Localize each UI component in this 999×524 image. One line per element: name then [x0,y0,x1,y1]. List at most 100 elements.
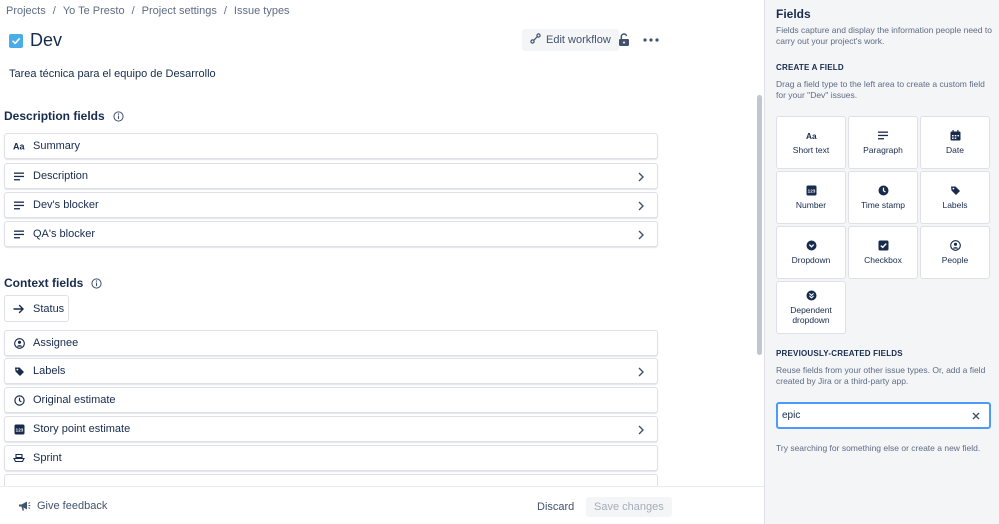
edit-workflow-label: Edit workflow [546,34,611,46]
field-type-labels[interactable]: Labels [920,171,990,224]
restrictions-button[interactable] [615,31,633,49]
field-type-short-text[interactable]: Aa Short text [776,116,846,169]
field-row-assignee[interactable]: Assignee [4,330,658,356]
field-row-devs-blocker[interactable]: Dev's blocker [4,192,658,218]
field-label: Dev's blocker [33,199,99,211]
more-icon [643,38,659,42]
page-title[interactable]: Dev [30,30,62,51]
info-icon[interactable] [113,110,124,122]
field-type-label: Dependent dropdown [790,305,832,325]
fields-panel: Fields Fields capture and display the in… [764,0,999,524]
breadcrumb: Projects / Yo Te Presto / Project settin… [6,5,290,17]
breadcrumb-project[interactable]: Yo Te Presto [63,5,125,17]
short-text-icon: Aa [806,130,817,141]
description-fields-title: Description fields [4,109,105,123]
scrollbar[interactable] [757,95,762,355]
people-icon [949,240,961,251]
issue-type-description[interactable]: Tarea técnica para el equipo de Desarrol… [9,68,216,80]
field-row-original-estimate[interactable]: Original estimate [4,387,658,413]
field-type-label: Short text [792,145,830,155]
number-icon: 123 [13,423,25,435]
field-type-date[interactable]: Date [920,116,990,169]
field-type-people[interactable]: People [920,226,990,279]
give-feedback-label: Give feedback [37,500,108,512]
chevron-right-icon [638,172,644,182]
field-row-summary[interactable]: Aa Summary [4,133,658,159]
sprint-icon [13,452,25,464]
field-label: Story point estimate [33,423,131,435]
field-label: QA's blocker [33,228,96,240]
paragraph-icon [13,170,25,182]
paragraph-icon [13,228,25,240]
save-changes-button[interactable]: Save changes [586,497,672,517]
label-icon [13,365,25,377]
field-type-label: Labels [942,200,968,210]
people-icon [13,337,25,349]
megaphone-icon [19,501,31,511]
field-row-labels[interactable]: Labels [4,358,658,384]
close-icon[interactable] [971,411,981,421]
field-row-sprint[interactable]: Sprint [4,445,658,471]
field-row-story-point-estimate[interactable]: 123 Story point estimate [4,416,658,442]
search-empty-message: Try searching for something else or crea… [776,443,981,453]
breadcrumb-issue-types[interactable]: Issue types [234,5,290,17]
field-type-checkbox[interactable]: Checkbox [848,226,918,279]
field-type-dropdown[interactable]: Dropdown [776,226,846,279]
chevron-right-icon [638,230,644,240]
workflow-icon [530,33,541,47]
paragraph-icon [878,130,889,141]
clock-icon [878,185,889,196]
info-icon[interactable] [91,277,102,289]
breadcrumb-separator: / [52,5,56,17]
breadcrumb-separator: / [223,5,227,17]
breadcrumb-project-settings[interactable]: Project settings [142,5,217,17]
label-icon [950,185,961,196]
description-fields-heading: Description fields [4,109,124,123]
svg-text:Aa: Aa [13,142,25,152]
chevron-right-icon [638,367,644,377]
field-label: Original estimate [33,394,116,406]
field-label: Assignee [33,337,79,349]
chevron-right-icon [638,201,644,211]
number-icon: 123 [806,185,817,196]
unlock-icon [619,33,629,46]
short-text-icon: Aa [13,140,25,152]
field-type-label: Dropdown [791,255,831,265]
edit-workflow-button[interactable]: Edit workflow [522,29,619,51]
breadcrumb-separator: / [131,5,135,17]
paragraph-icon [13,199,25,211]
clock-icon [13,394,25,406]
field-type-dependent-dropdown[interactable]: Dependent dropdown [776,281,846,334]
dependent-dropdown-icon [806,290,817,301]
create-field-note: Drag a field type to the left area to cr… [776,79,985,100]
context-fields-heading: Context fields [4,276,102,290]
calendar-icon [950,130,961,141]
field-search-box[interactable] [776,402,991,429]
field-label: Description [33,170,89,182]
field-row-qas-blocker[interactable]: QA's blocker [4,221,658,247]
field-search-input[interactable] [782,410,962,421]
field-type-paragraph[interactable]: Paragraph [848,116,918,169]
field-type-label: Number [795,200,827,210]
field-row-status[interactable]: Status [4,295,69,322]
give-feedback-button[interactable]: Give feedback [18,500,107,512]
dropdown-icon [806,240,817,251]
svg-text:Aa: Aa [806,132,817,141]
field-type-time-stamp[interactable]: Time stamp [848,171,918,224]
field-type-label: Checkbox [864,255,902,265]
arrow-right-icon [13,304,24,313]
panel-description: Fields capture and display the informati… [776,25,992,46]
task-checkbox-icon [9,33,23,48]
field-row-description[interactable]: Description [4,163,658,189]
title-row: Dev [9,30,62,51]
create-field-heading: CREATE A FIELD [776,63,844,72]
field-type-number[interactable]: 123 Number [776,171,846,224]
field-label: Sprint [33,452,62,464]
panel-title: Fields [776,7,811,21]
chevron-right-icon [638,425,644,435]
discard-button[interactable]: Discard [529,497,582,517]
more-actions-button[interactable] [640,31,662,49]
field-type-label: Paragraph [863,145,903,155]
breadcrumb-projects[interactable]: Projects [6,5,46,17]
field-type-label: Time stamp [860,200,906,210]
